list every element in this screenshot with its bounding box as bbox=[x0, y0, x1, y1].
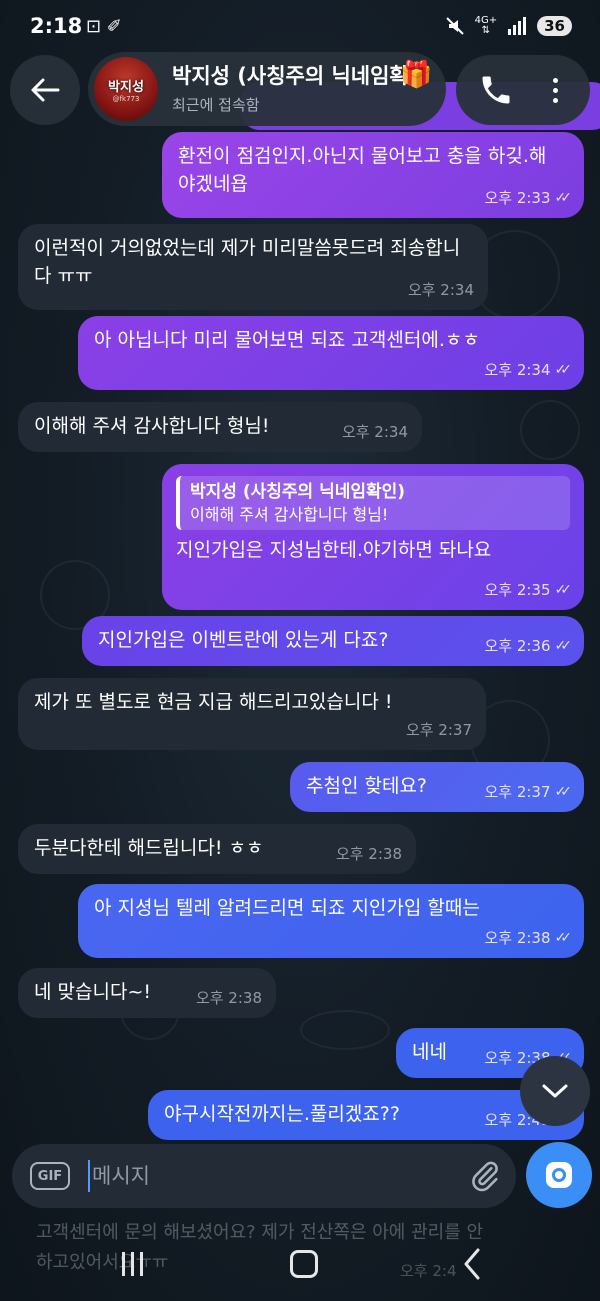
navigation-bar bbox=[0, 1240, 600, 1301]
header-actions bbox=[456, 55, 590, 125]
battery-level: 36 bbox=[537, 16, 572, 36]
message-meta: 오후 2:37 bbox=[406, 716, 472, 744]
message-text: 아 지셩님 텔레 알려드리면 되죠 지인가입 할때는 bbox=[94, 897, 480, 919]
reply-author: 박지성 (사칭주의 닉네임확인) bbox=[190, 482, 406, 502]
message-input[interactable] bbox=[92, 1154, 452, 1198]
recents-icon bbox=[131, 1252, 134, 1276]
message-bubble-reply[interactable]: 박지성 (사칭주의 닉네임확인) 이해해 주셔 감사합니다 형님! 지인가입은 … bbox=[162, 464, 584, 610]
paperclip-icon bbox=[472, 1161, 498, 1192]
message-text: 아 아닙니다 미리 물어보면 되죠 고객센터에.ㅎㅎ bbox=[94, 329, 480, 351]
text-caret bbox=[88, 1160, 90, 1192]
message-meta: 오후 2:33 ✓✓ bbox=[484, 184, 573, 212]
message-time: 오후 2:38 bbox=[335, 845, 402, 863]
status-right: 4G+ ⇅ 36 bbox=[445, 16, 572, 36]
gift-icon[interactable]: 🎁 bbox=[400, 60, 436, 94]
message-time: 오후 2:34 bbox=[484, 361, 551, 379]
message-time: 오후 2:37 bbox=[405, 721, 472, 739]
message-time: 오후 2:36 bbox=[484, 637, 551, 655]
message-meta: 오후 2:35 ✓✓ bbox=[484, 576, 573, 604]
avatar-sub: @fk773 bbox=[112, 94, 140, 103]
message-text: 지인가입은 지성님한테.야기하면 돠나요 bbox=[176, 539, 492, 561]
home-button[interactable] bbox=[290, 1250, 318, 1278]
read-ticks-icon: ✓✓ bbox=[554, 784, 573, 800]
call-button[interactable] bbox=[478, 72, 514, 108]
message-time: 오후 2:34 bbox=[407, 281, 474, 299]
avatar-text: 박지성 bbox=[108, 79, 144, 95]
message-time: 오후 2:38 bbox=[484, 929, 551, 947]
camera-button[interactable] bbox=[526, 1142, 592, 1208]
message-time: 오후 2:34 bbox=[341, 423, 408, 441]
message-bubble[interactable]: 아 지셩님 텔레 알려드리면 되죠 지인가입 할때는 오후 2:38 ✓✓ bbox=[78, 884, 584, 958]
attach-button[interactable] bbox=[468, 1158, 502, 1194]
network-indicator: 4G+ ⇅ bbox=[475, 16, 498, 36]
message-bubble[interactable]: 추첨인 핮테요? 오후 2:37 ✓✓ bbox=[290, 762, 584, 812]
network-arrows: ⇅ bbox=[481, 25, 491, 36]
status-bar: 2:18 ⊡ ✐ 4G+ ⇅ 36 bbox=[0, 0, 600, 54]
contact-name: 박지성 (사칭주의 닉네임확인) bbox=[172, 64, 408, 88]
message-meta: 오후 2:37 ✓✓ bbox=[484, 778, 573, 806]
notification-icons: ⊡ ✐ bbox=[86, 16, 122, 37]
message-time: 오후 2:37 bbox=[484, 783, 551, 801]
dot-icon bbox=[552, 97, 558, 103]
recents-button[interactable] bbox=[122, 1252, 148, 1276]
message-bubble[interactable]: 아 아닙니다 미리 물어보면 되죠 고객센터에.ㅎㅎ 오후 2:34 ✓✓ bbox=[78, 316, 584, 390]
read-ticks-icon: ✓✓ bbox=[554, 638, 573, 654]
message-bubble[interactable]: 네 맞습니다~! 오후 2:38 bbox=[18, 968, 276, 1018]
message-composer: GIF bbox=[12, 1144, 516, 1208]
nav-back-icon[interactable] bbox=[462, 1248, 482, 1280]
more-menu-button[interactable] bbox=[540, 72, 570, 108]
message-bubble[interactable]: 제가 또 별도로 현금 지급 해드리고있습니다 ! 오후 2:37 bbox=[18, 678, 486, 750]
status-time: 2:18 bbox=[30, 14, 83, 38]
contact-status: 최근에 접속함 bbox=[172, 96, 260, 114]
reply-text: 이해해 주셔 감사합니다 형님! bbox=[190, 505, 389, 524]
background-doodle bbox=[520, 400, 580, 460]
message-bubble[interactable]: 두분다한테 해드립니다! ㅎㅎ 오후 2:38 bbox=[18, 824, 416, 874]
message-meta: 오후 2:34 bbox=[342, 418, 408, 446]
message-meta: 오후 2:36 ✓✓ bbox=[484, 632, 573, 660]
mute-icon bbox=[445, 17, 464, 35]
read-ticks-icon: ✓✓ bbox=[554, 190, 573, 206]
message-bubble[interactable]: 환전이 점검인지.아닌지 물어보고 충을 하깆.해야겠네욥 오후 2:33 ✓✓ bbox=[162, 132, 584, 218]
message-time: 오후 2:38 bbox=[195, 989, 262, 1007]
recents-icon bbox=[140, 1252, 143, 1276]
back-arrow-icon bbox=[31, 78, 60, 102]
chevron-down-icon bbox=[542, 1084, 568, 1098]
camera-icon bbox=[546, 1162, 572, 1188]
back-button[interactable] bbox=[10, 55, 80, 125]
signal-icon bbox=[508, 17, 527, 35]
message-meta: 오후 2:34 bbox=[408, 276, 474, 304]
message-meta: 오후 2:38 bbox=[336, 840, 402, 868]
reply-quote[interactable]: 박지성 (사칭주의 닉네임확인) 이해해 주셔 감사합니다 형님! bbox=[176, 476, 570, 530]
recents-icon bbox=[122, 1252, 125, 1276]
read-ticks-icon: ✓✓ bbox=[554, 582, 573, 598]
message-time: 오후 2:33 bbox=[484, 189, 551, 207]
chat-header[interactable]: 박지성 @fk773 박지성 (사칭주의 닉네임확인) 최근에 접속함 🎁 bbox=[88, 52, 446, 126]
message-bubble[interactable]: 이런적이 거의없었는데 제가 미리말씀못드려 죄송합니다 ㅠㅠ 오후 2:34 bbox=[18, 224, 488, 310]
message-bubble[interactable]: 지인가입은 이벤트란에 있는게 다죠? 오후 2:36 ✓✓ bbox=[82, 616, 584, 666]
read-ticks-icon: ✓✓ bbox=[554, 930, 573, 946]
gif-button[interactable]: GIF bbox=[30, 1162, 70, 1190]
background-doodle bbox=[300, 1010, 390, 1050]
phone-icon bbox=[482, 76, 510, 104]
scroll-to-bottom-button[interactable] bbox=[520, 1056, 590, 1126]
read-ticks-icon: ✓✓ bbox=[554, 362, 573, 378]
message-bubble[interactable]: 이해해 주셔 감사합니다 형님! 오후 2:34 bbox=[18, 402, 422, 452]
dot-icon bbox=[552, 87, 558, 93]
dot-icon bbox=[552, 77, 558, 83]
message-bubble[interactable]: 야구시작전까지는.풀리겠죠?? 오후 2:49✓✓ bbox=[148, 1090, 584, 1140]
message-text: 제가 또 별도로 현금 지급 해드리고있습니다 ! bbox=[34, 691, 393, 713]
message-meta: 오후 2:34 ✓✓ bbox=[484, 356, 573, 384]
message-meta: 오후 2:38✓✓ bbox=[484, 924, 573, 952]
avatar[interactable]: 박지성 @fk773 bbox=[94, 57, 158, 121]
message-meta: 오후 2:38 bbox=[196, 984, 262, 1012]
message-time: 오후 2:35 bbox=[484, 581, 551, 599]
